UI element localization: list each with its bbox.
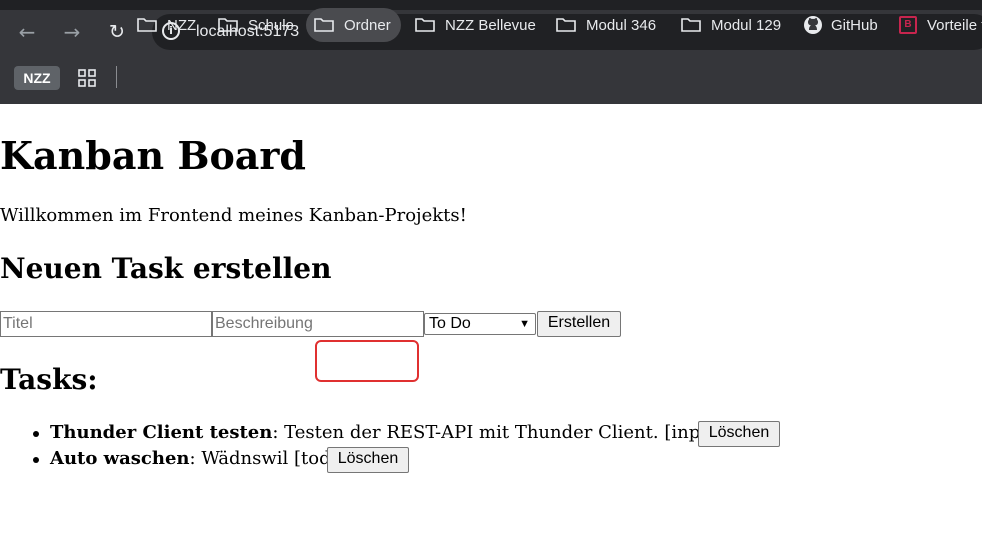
status-select[interactable]: To Do ▼: [424, 313, 536, 335]
delete-button[interactable]: Löschen: [698, 421, 780, 447]
list-item: Thunder Client testen: Testen der REST-A…: [50, 422, 776, 444]
bookmark-github[interactable]: GitHub: [803, 8, 878, 42]
github-icon: [803, 15, 823, 35]
folder-icon: [137, 18, 157, 32]
bookmark-modul-346[interactable]: Modul 346: [556, 8, 656, 42]
status-select-value: To Do: [429, 315, 471, 332]
intro-text: Willkommen im Frontend meines Kanban-Pro…: [0, 205, 467, 226]
bullet-icon: [33, 457, 39, 463]
bookmark-modul-129[interactable]: Modul 129: [681, 8, 781, 42]
folder-icon: [314, 18, 334, 32]
task-description: : Wädnswil [todo]: [189, 448, 349, 469]
bullet-icon: [33, 431, 39, 437]
bookmark-nzz[interactable]: NZZ: [137, 8, 196, 42]
bookmark-label: Vorteile f: [927, 16, 982, 34]
forward-arrow-icon[interactable]: →: [60, 20, 84, 44]
folder-icon: [218, 18, 238, 32]
bookmark-label: Ordner: [344, 16, 391, 34]
bookmarks-bar: [0, 54, 982, 104]
folder-icon: [681, 18, 701, 32]
folder-icon: [556, 18, 576, 32]
list-item: Auto waschen: Wädnswil [todo]: [50, 448, 348, 470]
b-icon: B: [899, 16, 917, 34]
tasks-heading: Tasks:: [0, 363, 98, 396]
bookmark-ordner[interactable]: Ordner: [306, 8, 401, 42]
delete-button[interactable]: Löschen: [327, 447, 409, 473]
bookmark-label: Modul 129: [711, 16, 782, 34]
new-task-heading: Neuen Task erstellen: [0, 252, 332, 285]
bookmark-label: NZZ: [167, 16, 197, 34]
page-title: Kanban Board: [0, 133, 307, 178]
bookmark-schule[interactable]: Schule: [218, 8, 294, 42]
chevron-down-icon: ▼: [519, 318, 530, 330]
bookmarks-separator: [116, 66, 117, 88]
folder-icon: [415, 18, 435, 32]
browser-chrome: ← → ↻ i localhost:5173 NZZ NZZ Schule Or…: [0, 0, 982, 104]
apps-grid-icon[interactable]: [78, 69, 96, 87]
back-arrow-icon[interactable]: ←: [15, 20, 39, 44]
description-input[interactable]: Beschreibung: [212, 311, 424, 337]
bookmark-label: Modul 346: [586, 16, 657, 34]
create-button[interactable]: Erstellen: [537, 311, 621, 337]
task-title: Auto waschen: [50, 448, 190, 469]
bookmark-nzz-bellevue[interactable]: NZZ Bellevue: [415, 8, 536, 42]
task-title: Thunder Client testen: [50, 422, 273, 443]
highlight-box: [315, 340, 419, 382]
bookmark-vorteile[interactable]: B Vorteile f: [899, 8, 982, 42]
bookmark-label: Schule: [248, 16, 294, 34]
bookmark-label: NZZ Bellevue: [445, 16, 536, 34]
bookmark-label: GitHub: [831, 16, 878, 34]
title-input[interactable]: Titel: [0, 311, 212, 337]
bookmark-nzz-badge[interactable]: NZZ: [14, 66, 60, 90]
reload-icon[interactable]: ↻: [105, 20, 129, 44]
